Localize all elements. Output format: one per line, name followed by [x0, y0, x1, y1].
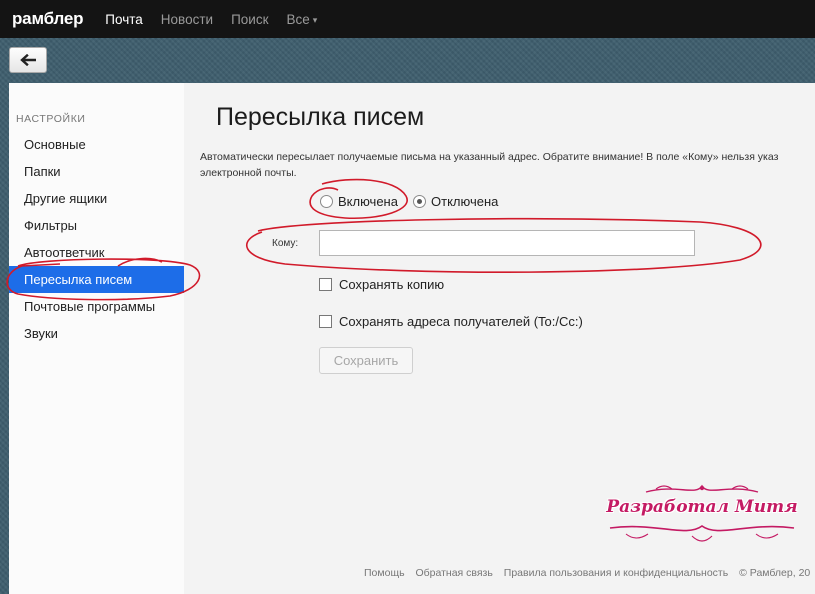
top-nav-bar: рамблер Почта Новости Поиск Все ▾: [0, 0, 815, 38]
save-recipient-addresses-option[interactable]: Сохранять адреса получателей (To:/Cc:): [319, 314, 583, 329]
save-copy-checkbox[interactable]: [319, 278, 332, 291]
footer-help-link[interactable]: Помощь: [364, 567, 405, 579]
save-copy-label: Сохранять копию: [339, 277, 445, 292]
description-line-2: электронной почты.: [200, 167, 297, 179]
radio-enabled[interactable]: Включена: [320, 194, 398, 209]
nav-mail[interactable]: Почта: [105, 12, 143, 27]
footer: Помощь Обратная связь Правила пользовани…: [364, 567, 815, 579]
chevron-down-icon: ▾: [312, 14, 318, 25]
sidebar-item-other-mailboxes[interactable]: Другие ящики: [9, 185, 184, 212]
sidebar-item-mail-programs[interactable]: Почтовые программы: [9, 293, 184, 320]
watermark: Разработал Митя: [596, 480, 808, 550]
sidebar-item-forwarding[interactable]: Пересылка писем: [9, 266, 184, 293]
watermark-text: Разработал Митя: [606, 497, 798, 517]
to-address-input[interactable]: [319, 230, 695, 256]
radio-enabled-label: Включена: [338, 194, 398, 209]
nav-search[interactable]: Поиск: [231, 12, 268, 27]
page-title: Пересылка писем: [216, 103, 425, 131]
arrow-left-icon: [20, 54, 36, 66]
sidebar-item-sounds[interactable]: Звуки: [9, 320, 184, 347]
save-addresses-label: Сохранять адреса получателей (To:/Cc:): [339, 314, 583, 329]
description-line-1: Автоматически пересылает получаемые пись…: [200, 151, 779, 163]
footer-copyright: © Рамблер, 20: [739, 567, 811, 579]
save-addresses-checkbox[interactable]: [319, 315, 332, 328]
save-copy-option[interactable]: Сохранять копию: [319, 277, 444, 292]
radio-disabled-circle[interactable]: [413, 195, 426, 208]
sidebar-item-general[interactable]: Основные: [9, 131, 184, 158]
radio-enabled-circle[interactable]: [320, 195, 333, 208]
footer-rules-link[interactable]: Правила пользования и конфиденциальность: [504, 567, 728, 579]
settings-sidebar: НАСТРОЙКИ Основные Папки Другие ящики Фи…: [9, 83, 184, 594]
settings-heading: НАСТРОЙКИ: [16, 113, 86, 125]
back-button[interactable]: [9, 47, 47, 73]
sidebar-item-filters[interactable]: Фильтры: [9, 212, 184, 239]
nav-all-label: Все: [286, 11, 310, 27]
save-button[interactable]: Сохранить: [319, 347, 413, 374]
rambler-logo[interactable]: рамблер: [12, 9, 83, 29]
nav-all[interactable]: Все ▾: [286, 12, 317, 27]
nav-news[interactable]: Новости: [161, 12, 213, 27]
sidebar-item-folders[interactable]: Папки: [9, 158, 184, 185]
radio-disabled-label: Отключена: [431, 194, 499, 209]
to-label: Кому:: [272, 238, 299, 249]
footer-feedback-link[interactable]: Обратная связь: [415, 567, 492, 579]
forwarding-description: Автоматически пересылает получаемые пись…: [200, 149, 815, 181]
radio-disabled[interactable]: Отключена: [413, 194, 498, 209]
sidebar-item-autoresponder[interactable]: Автоответчик: [9, 239, 184, 266]
